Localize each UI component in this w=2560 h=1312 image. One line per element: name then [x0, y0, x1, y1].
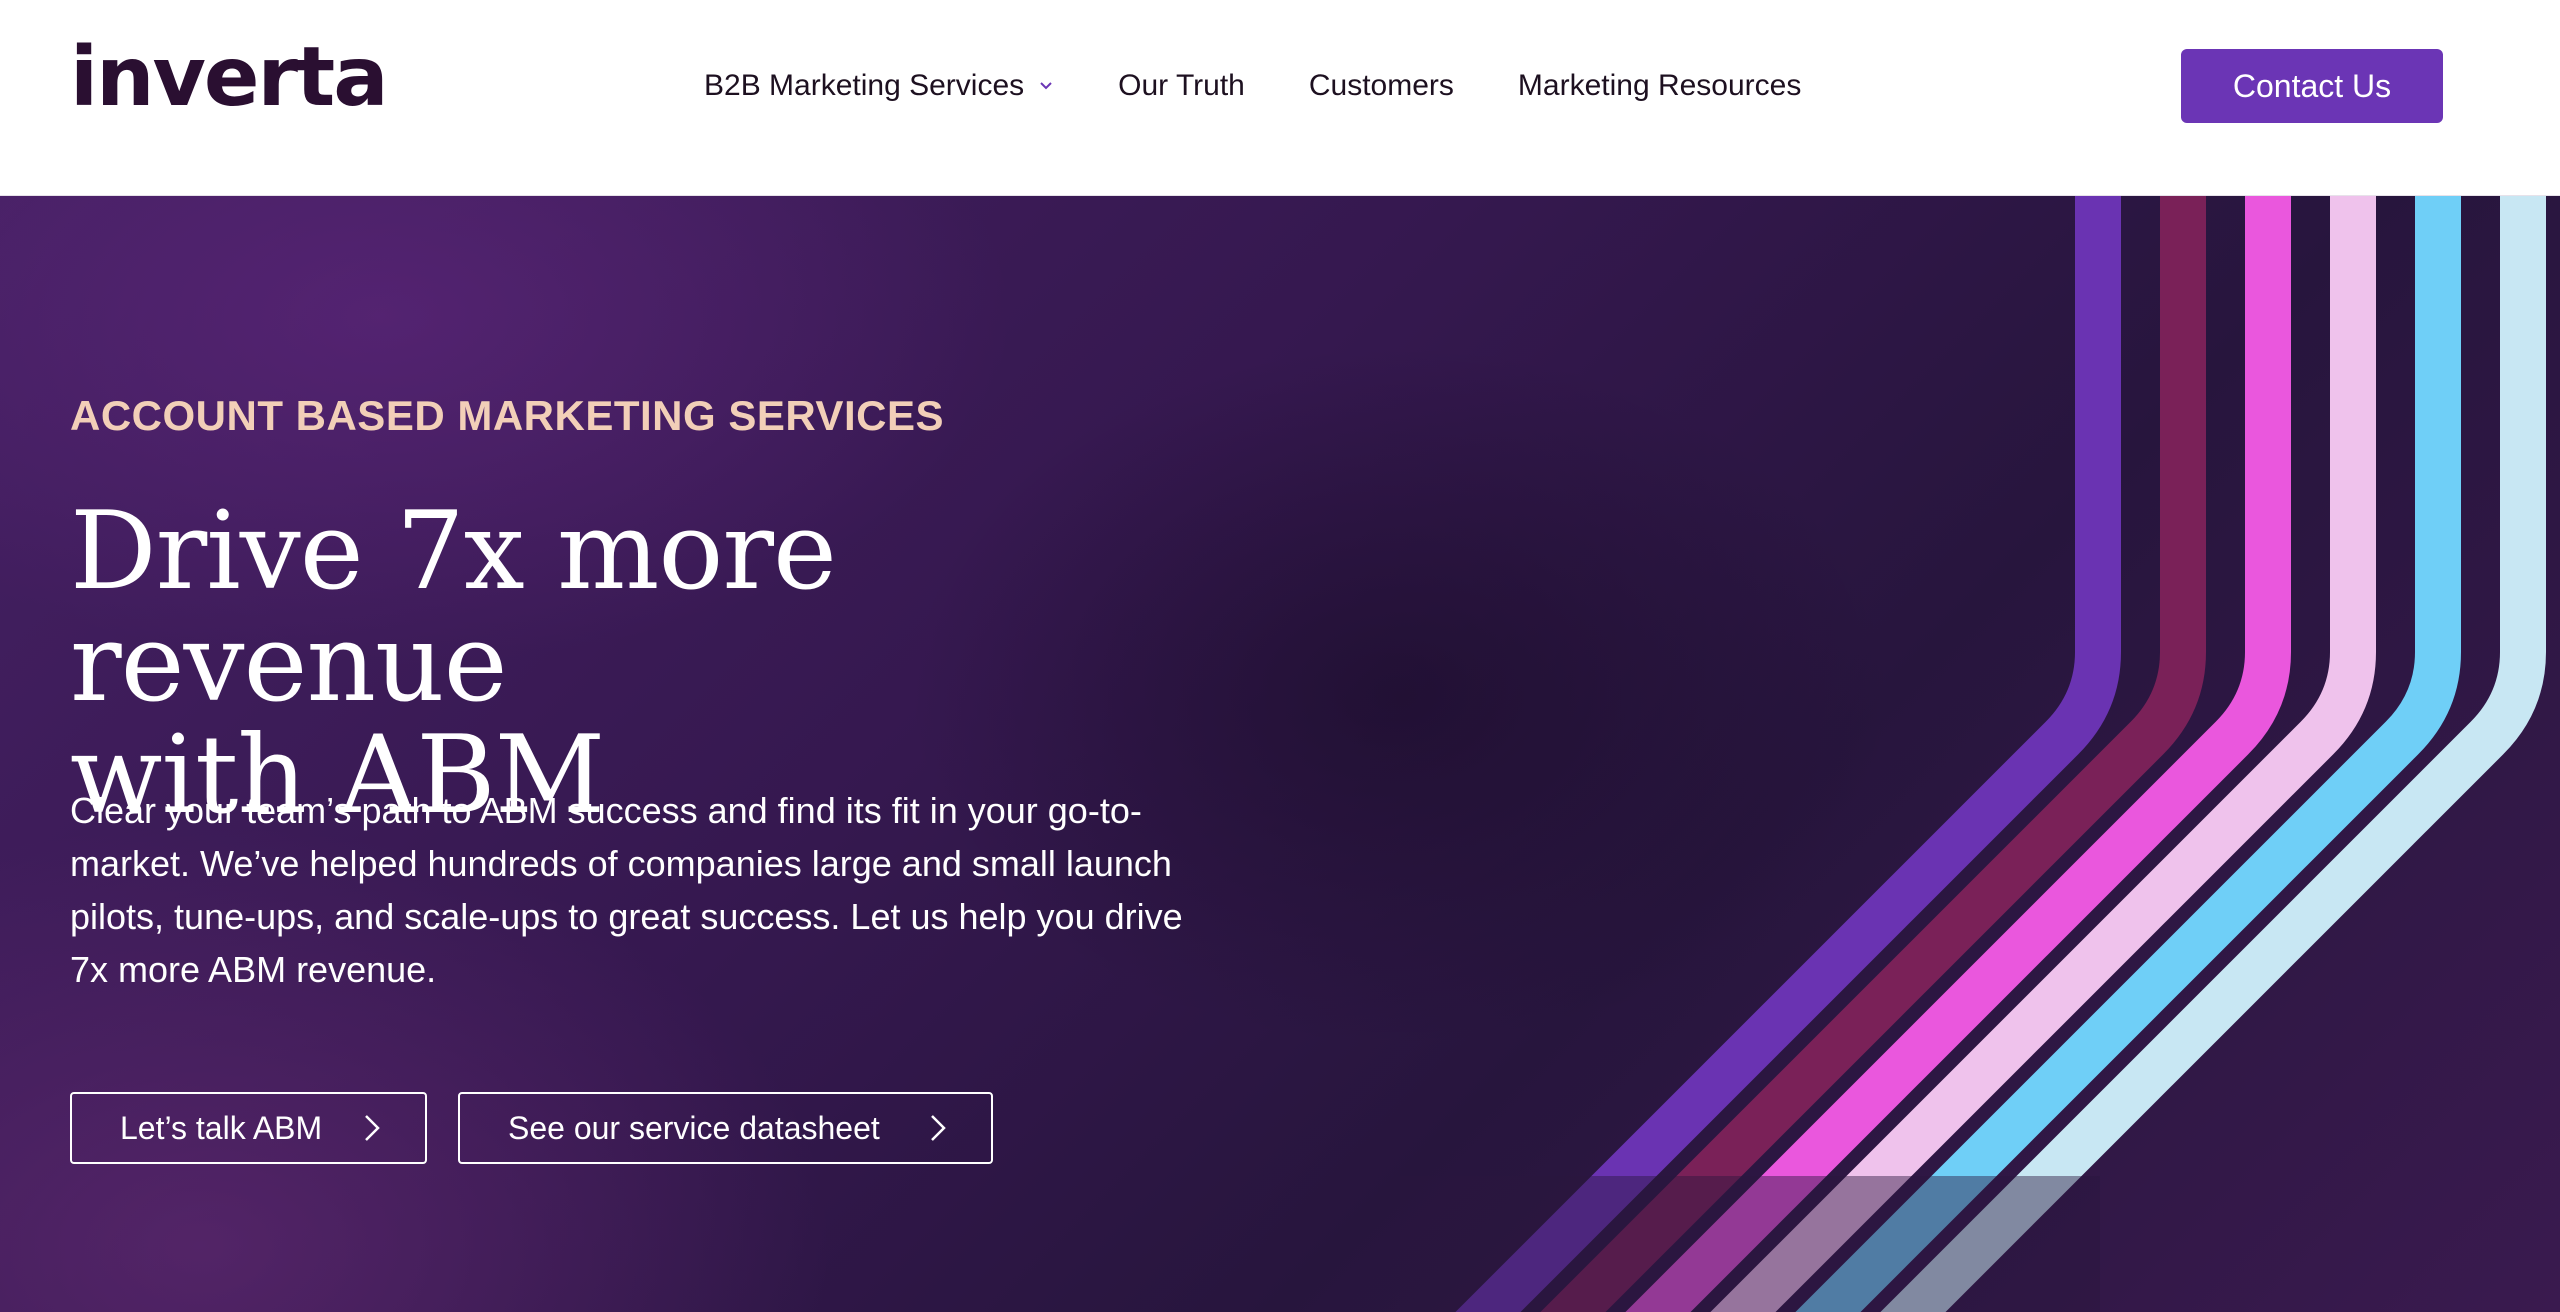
hero-section: ACCOUNT BASED MARKETING SERVICES Drive 7…: [0, 196, 2560, 1312]
site-header: inverta B2B Marketing Services Our Truth…: [0, 0, 2560, 196]
nav-item-b2b-marketing-services[interactable]: B2B Marketing Services: [704, 69, 1054, 103]
lets-talk-abm-button[interactable]: Let’s talk ABM: [70, 1092, 427, 1164]
hero-description: Clear your team’s path to ABM success an…: [70, 790, 1183, 990]
logo-text: inverta: [70, 29, 389, 125]
nav-item-marketing-resources[interactable]: Marketing Resources: [1518, 69, 1801, 103]
nav-label: Customers: [1308, 69, 1454, 102]
nav-label: Marketing Resources: [1517, 69, 1802, 102]
hero-eyebrow: ACCOUNT BASED MARKETING SERVICES: [70, 392, 944, 439]
service-datasheet-button[interactable]: See our service datasheet: [458, 1092, 993, 1164]
cta-label: See our service datasheet: [508, 1109, 880, 1146]
main-nav: B2B Marketing Services Our Truth Custome…: [704, 50, 1801, 122]
chevron-right-icon: [931, 1115, 946, 1141]
cta-label: Let’s talk ABM: [120, 1109, 323, 1146]
chevron-right-icon: [365, 1115, 380, 1141]
contact-us-label: Contact Us: [2232, 67, 2392, 104]
nav-label: Our Truth: [1118, 69, 1245, 102]
chevron-down-icon: [1040, 82, 1052, 90]
headline-line-1: Drive 7x more revenue: [70, 489, 837, 726]
inverta-logo[interactable]: inverta: [70, 22, 389, 132]
nav-label: B2B Marketing Services: [704, 69, 1025, 102]
nav-item-customers[interactable]: Customers: [1309, 69, 1454, 103]
contact-us-button[interactable]: Contact Us: [2181, 49, 2443, 123]
hero-headline: Drive 7x more revenue with ABM: [70, 496, 1270, 832]
nav-item-our-truth[interactable]: Our Truth: [1118, 69, 1245, 103]
